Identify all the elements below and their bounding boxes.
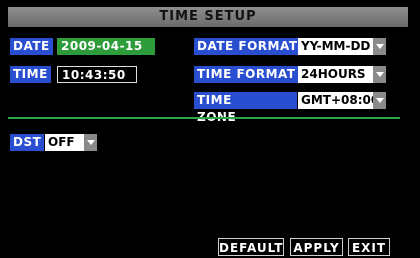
- exit-button[interactable]: EXIT: [348, 238, 390, 256]
- date-label: DATE: [10, 38, 53, 55]
- separator-line: [8, 117, 400, 119]
- time-zone-label: TIME ZONE: [194, 92, 297, 124]
- chevron-down-icon[interactable]: [84, 134, 97, 151]
- time-label: TIME: [10, 66, 51, 83]
- date-format-select[interactable]: YY-MM-DD: [298, 38, 386, 55]
- time-format-value: 24HOURS: [301, 67, 366, 81]
- date-format-value: YY-MM-DD: [301, 39, 371, 53]
- apply-button[interactable]: APPLY: [290, 238, 343, 256]
- time-format-select[interactable]: 24HOURS: [298, 66, 386, 83]
- dst-select[interactable]: OFF: [45, 134, 97, 151]
- window-title: TIME SETUP: [8, 7, 408, 27]
- default-button[interactable]: DEFAULT: [218, 238, 284, 256]
- time-field[interactable]: 10:43:50: [57, 66, 137, 83]
- chevron-down-icon[interactable]: [373, 66, 386, 83]
- date-field[interactable]: 2009-04-15: [57, 38, 155, 55]
- chevron-down-icon[interactable]: [373, 38, 386, 55]
- dst-label: DST: [10, 134, 45, 151]
- time-zone-select[interactable]: GMT+08:00: [298, 92, 386, 109]
- chevron-down-icon[interactable]: [373, 92, 386, 109]
- dst-value: OFF: [48, 135, 75, 149]
- time-zone-value: GMT+08:00: [301, 93, 380, 107]
- date-format-label: DATE FORMAT: [194, 38, 301, 55]
- time-format-label: TIME FORMAT: [194, 66, 299, 83]
